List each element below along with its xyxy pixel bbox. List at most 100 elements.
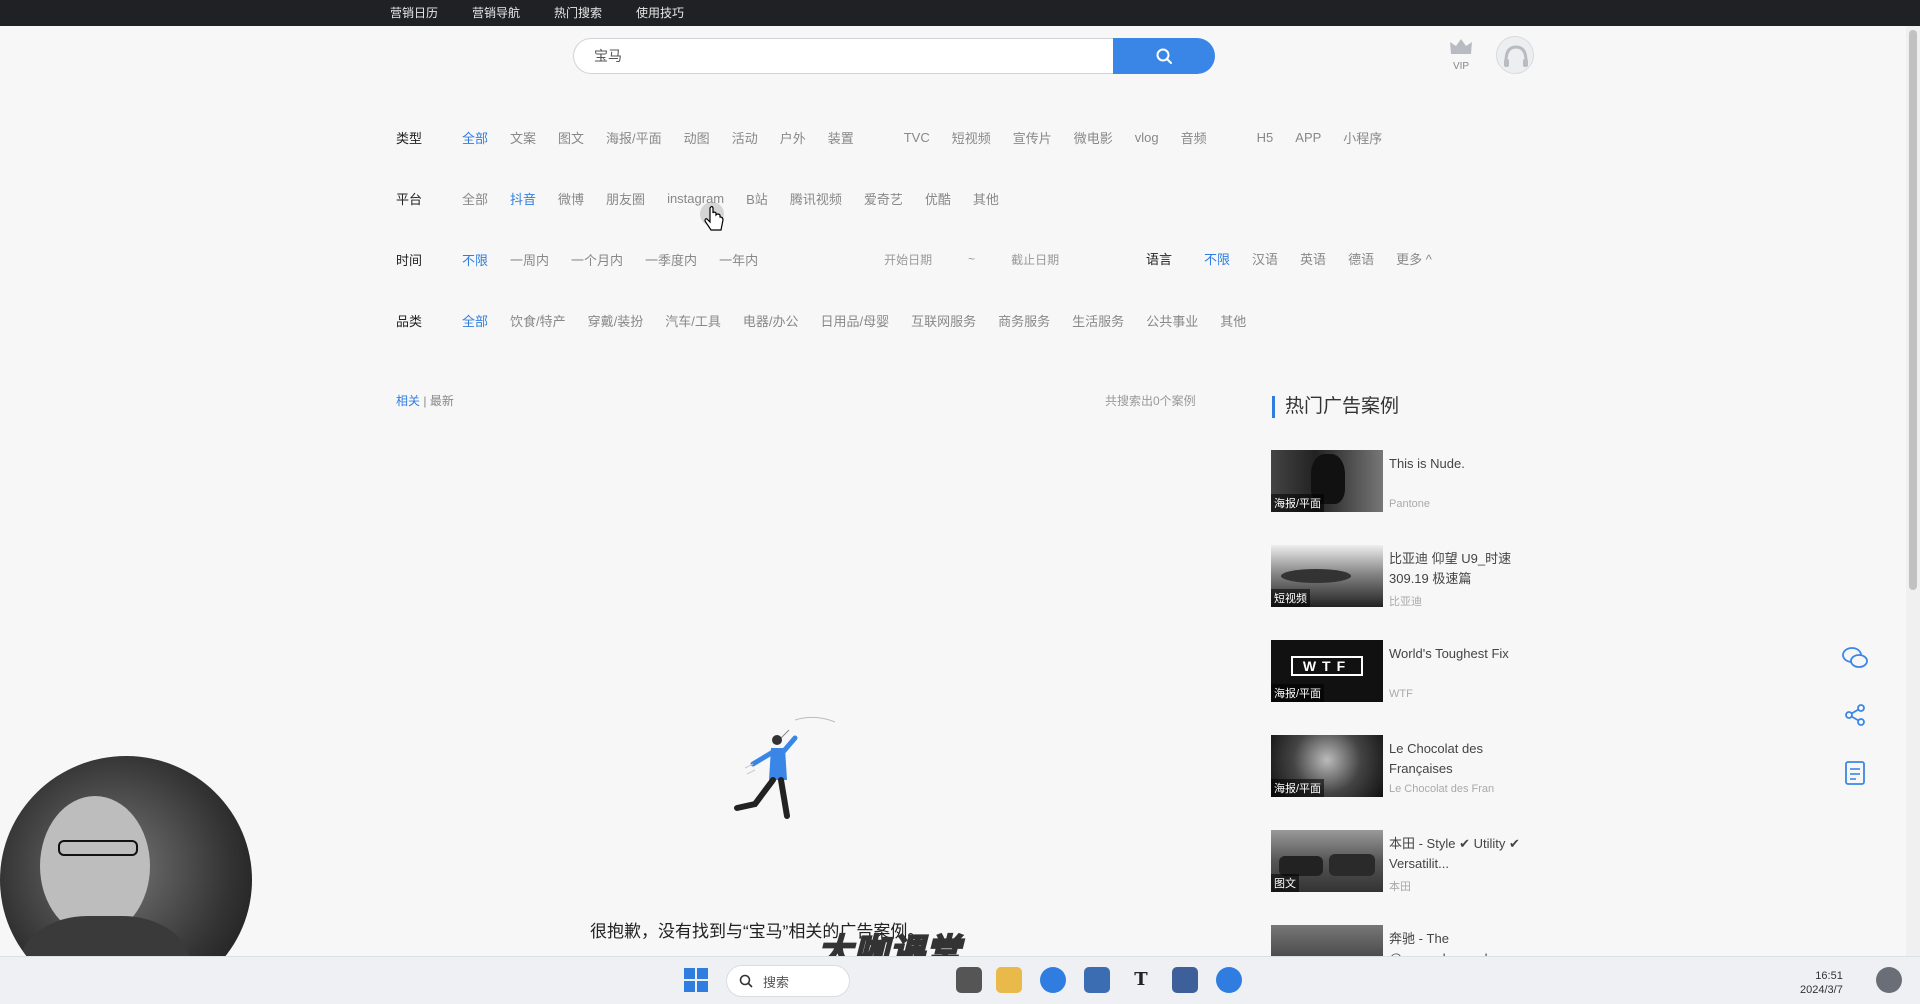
case-thumbnail[interactable]: 海报/平面 bbox=[1271, 450, 1383, 512]
type-mini-program[interactable]: 小程序 bbox=[1343, 128, 1382, 147]
notification-avatar[interactable] bbox=[1876, 967, 1902, 993]
case-title[interactable]: 本田 - Style ✔ Utility ✔ Versatilit... bbox=[1389, 834, 1524, 874]
user-avatar[interactable] bbox=[1496, 36, 1534, 74]
taskbar-search-label: 搜索 bbox=[763, 974, 790, 990]
case-thumbnail[interactable]: 海报/平面 bbox=[1271, 735, 1383, 797]
taskbar-clock[interactable]: 16:51 2024/3/7 bbox=[1800, 969, 1843, 997]
type-outdoor[interactable]: 户外 bbox=[780, 128, 806, 147]
case-item[interactable]: 图文 本田 - Style ✔ Utility ✔ Versatilit... … bbox=[1271, 830, 1521, 894]
case-thumbnail[interactable] bbox=[1271, 925, 1383, 956]
case-item[interactable]: 奔驰 - The @mercedesmaub... bbox=[1271, 925, 1521, 956]
platform-bilibili[interactable]: B站 bbox=[746, 189, 768, 208]
type-short-video[interactable]: 短视频 bbox=[952, 128, 991, 147]
case-thumbnail[interactable]: WTF 海报/平面 bbox=[1271, 640, 1383, 702]
platform-douyin[interactable]: 抖音 bbox=[510, 189, 536, 208]
time-month[interactable]: 一个月内 bbox=[571, 250, 623, 269]
language-chinese[interactable]: 汉语 bbox=[1252, 249, 1278, 268]
language-more-toggle[interactable]: 更多 ^ bbox=[1396, 249, 1432, 268]
vip-button[interactable]: VIP bbox=[1446, 36, 1476, 72]
case-title[interactable]: 比亚迪 仰望 U9_时速309.19 极速篇 bbox=[1389, 549, 1524, 589]
taskbar-app-terminal[interactable] bbox=[956, 967, 982, 993]
category-auto[interactable]: 汽车/工具 bbox=[665, 311, 721, 330]
end-date-input[interactable]: 截止日期 bbox=[1011, 251, 1059, 268]
taskbar-app-edge[interactable] bbox=[1040, 967, 1066, 993]
case-title[interactable]: 奔驰 - The @mercedesmaub... bbox=[1389, 929, 1521, 956]
filter-category-label: 品类 bbox=[396, 313, 423, 329]
crown-icon bbox=[1450, 39, 1472, 54]
case-item[interactable]: 海报/平面 Le Chocolat des Françaises Le Choc… bbox=[1271, 735, 1521, 799]
type-all[interactable]: 全部 bbox=[462, 128, 488, 147]
search-bar bbox=[573, 38, 1215, 74]
search-input[interactable] bbox=[573, 38, 1113, 74]
nav-marketing-guide[interactable]: 营销导航 bbox=[472, 0, 520, 26]
type-app[interactable]: APP bbox=[1295, 130, 1321, 145]
platform-other[interactable]: 其他 bbox=[973, 189, 999, 208]
type-promo-video[interactable]: 宣传片 bbox=[1013, 128, 1052, 147]
time-quarter[interactable]: 一季度内 bbox=[645, 250, 697, 269]
language-any[interactable]: 不限 bbox=[1204, 249, 1230, 268]
case-title[interactable]: This is Nude. bbox=[1389, 454, 1524, 474]
type-audio[interactable]: 音频 bbox=[1181, 128, 1207, 147]
platform-weibo[interactable]: 微博 bbox=[558, 189, 584, 208]
platform-tencent-video[interactable]: 腾讯视频 bbox=[790, 189, 842, 208]
start-date-input[interactable]: 开始日期 bbox=[884, 251, 932, 268]
type-gif[interactable]: 动图 bbox=[684, 128, 710, 147]
category-all[interactable]: 全部 bbox=[462, 311, 488, 330]
platform-iqiyi[interactable]: 爱奇艺 bbox=[864, 189, 903, 208]
start-button[interactable] bbox=[683, 967, 709, 993]
taskbar-app-browser[interactable] bbox=[1216, 967, 1242, 993]
feedback-icon bbox=[1845, 761, 1865, 785]
share-button[interactable] bbox=[1840, 700, 1870, 730]
category-internet[interactable]: 互联网服务 bbox=[911, 311, 976, 330]
category-life-services[interactable]: 生活服务 bbox=[1072, 311, 1124, 330]
type-tvc[interactable]: TVC bbox=[904, 130, 930, 145]
platform-youku[interactable]: 优酷 bbox=[925, 189, 951, 208]
platform-all[interactable]: 全部 bbox=[462, 189, 488, 208]
category-daily-goods[interactable]: 日用品/母婴 bbox=[821, 311, 890, 330]
sort-relevant[interactable]: 相关 bbox=[396, 394, 420, 408]
wechat-button[interactable] bbox=[1840, 643, 1870, 673]
category-electronics[interactable]: 电器/办公 bbox=[743, 311, 799, 330]
taskbar-app-notes[interactable] bbox=[1172, 967, 1198, 993]
type-event[interactable]: 活动 bbox=[732, 128, 758, 147]
nav-tips[interactable]: 使用技巧 bbox=[636, 0, 684, 26]
category-apparel[interactable]: 穿戴/装扮 bbox=[588, 311, 644, 330]
sort-latest[interactable]: 最新 bbox=[430, 394, 454, 408]
platform-moments[interactable]: 朋友圈 bbox=[606, 189, 645, 208]
type-poster[interactable]: 海报/平面 bbox=[606, 128, 662, 147]
feedback-button[interactable] bbox=[1840, 758, 1870, 788]
time-any[interactable]: 不限 bbox=[462, 250, 488, 269]
top-nav-bar: 营销日历 营销导航 热门搜索 使用技巧 bbox=[0, 0, 1920, 26]
category-food[interactable]: 饮食/特产 bbox=[510, 311, 566, 330]
case-item[interactable]: 海报/平面 This is Nude. Pantone bbox=[1271, 450, 1521, 514]
case-thumbnail[interactable]: 短视频 bbox=[1271, 545, 1383, 607]
category-other[interactable]: 其他 bbox=[1220, 311, 1246, 330]
case-thumbnail[interactable]: 图文 bbox=[1271, 830, 1383, 892]
nav-hot-search[interactable]: 热门搜索 bbox=[554, 0, 602, 26]
time-year[interactable]: 一年内 bbox=[719, 250, 758, 269]
type-h5[interactable]: H5 bbox=[1257, 130, 1274, 145]
language-english[interactable]: 英语 bbox=[1300, 249, 1326, 268]
nav-marketing-calendar[interactable]: 营销日历 bbox=[390, 0, 438, 26]
type-image-text[interactable]: 图文 bbox=[558, 128, 584, 147]
type-installation[interactable]: 装置 bbox=[828, 128, 854, 147]
case-title[interactable]: World's Toughest Fix bbox=[1389, 644, 1524, 664]
wechat-icon bbox=[1842, 647, 1868, 668]
taskbar-app-store[interactable] bbox=[1084, 967, 1110, 993]
category-business[interactable]: 商务服务 bbox=[998, 311, 1050, 330]
category-public[interactable]: 公共事业 bbox=[1146, 311, 1198, 330]
type-vlog[interactable]: vlog bbox=[1135, 130, 1159, 145]
taskbar-search[interactable]: 搜索 bbox=[726, 965, 850, 997]
clock-time: 16:51 bbox=[1815, 970, 1843, 982]
case-title[interactable]: Le Chocolat des Françaises bbox=[1389, 739, 1524, 779]
type-micro-film[interactable]: 微电影 bbox=[1074, 128, 1113, 147]
scrollbar-thumb[interactable] bbox=[1909, 30, 1917, 590]
time-week[interactable]: 一周内 bbox=[510, 250, 549, 269]
case-item[interactable]: WTF 海报/平面 World's Toughest Fix WTF bbox=[1271, 640, 1521, 704]
search-button[interactable] bbox=[1113, 38, 1215, 74]
taskbar-app-typora[interactable]: T bbox=[1128, 967, 1154, 993]
taskbar-app-explorer[interactable] bbox=[996, 967, 1022, 993]
case-item[interactable]: 短视频 比亚迪 仰望 U9_时速309.19 极速篇 比亚迪 bbox=[1271, 545, 1521, 609]
language-german[interactable]: 德语 bbox=[1348, 249, 1374, 268]
type-copywriting[interactable]: 文案 bbox=[510, 128, 536, 147]
